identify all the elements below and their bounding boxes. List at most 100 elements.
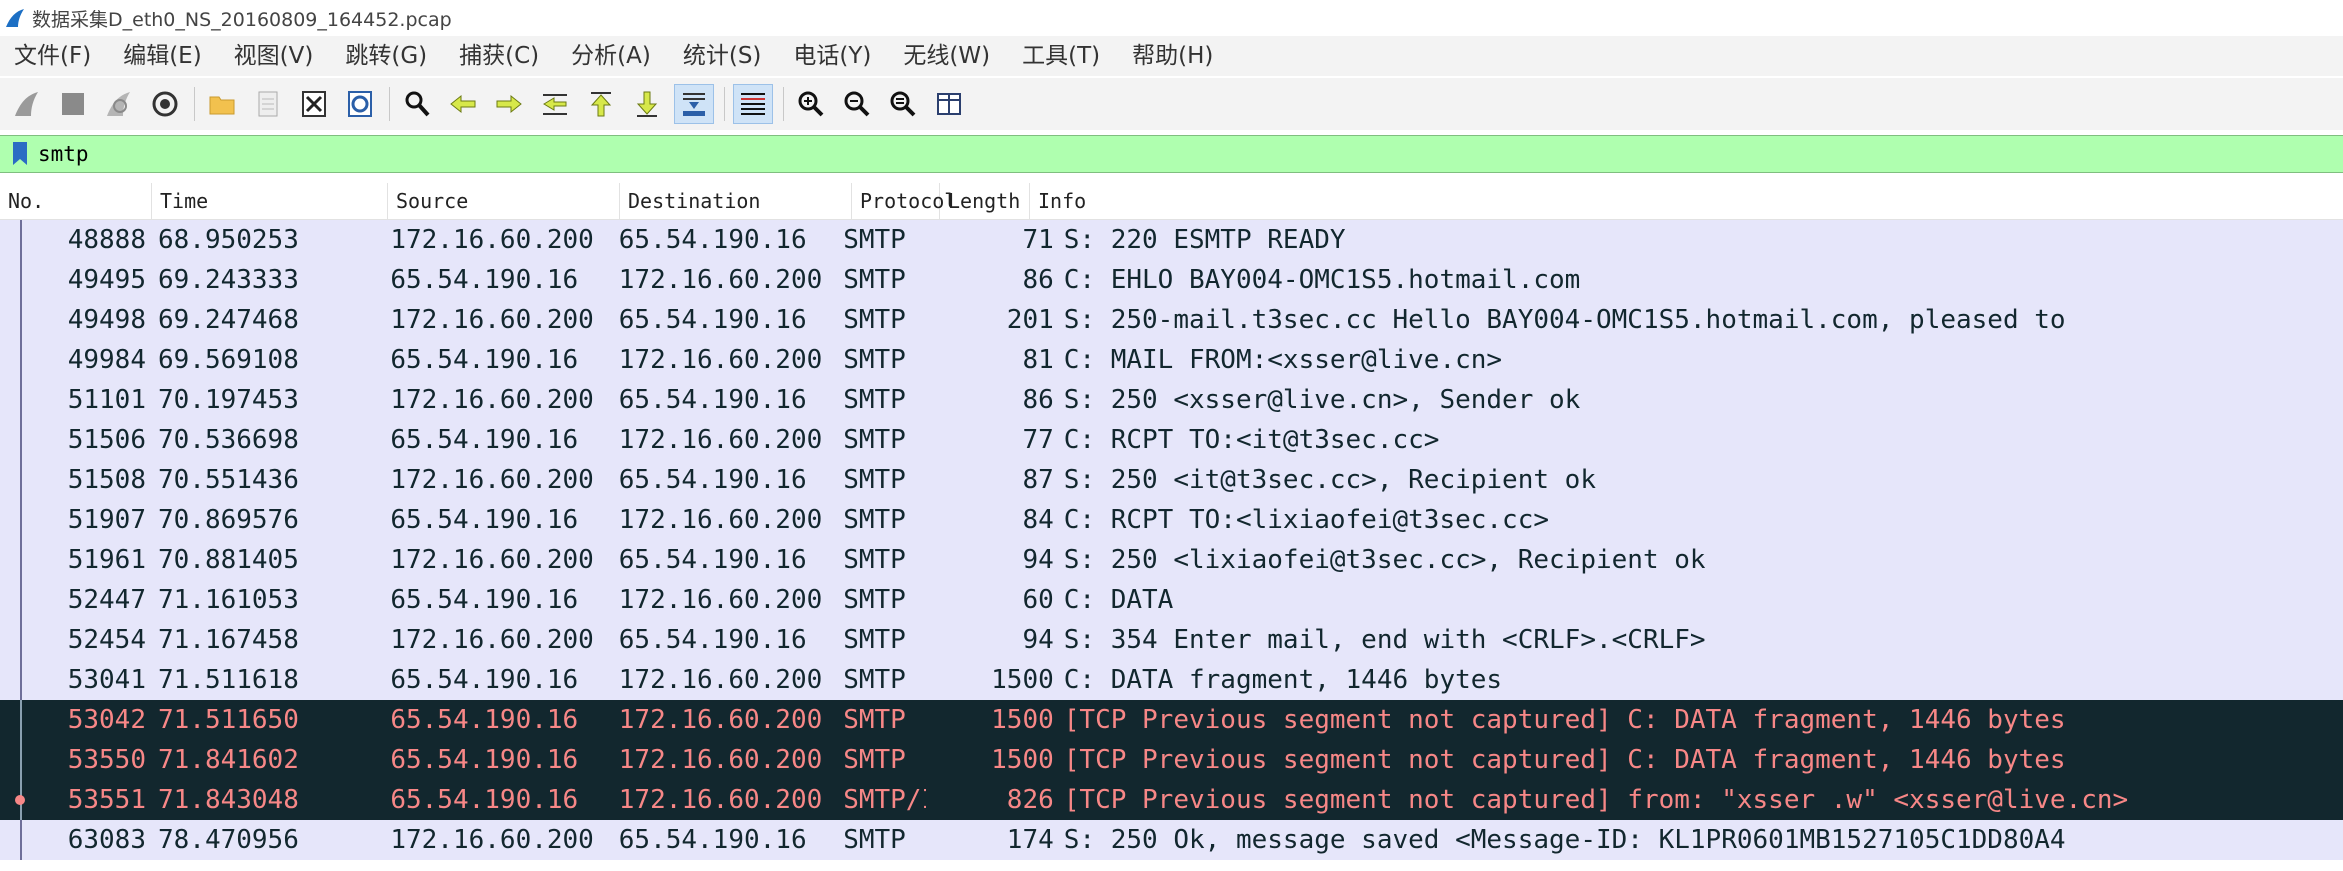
restart-shark-icon [107, 92, 130, 116]
autoscroll-button[interactable] [674, 84, 714, 124]
column-header-length[interactable]: Length [940, 183, 1030, 219]
packet-row[interactable]: 63083 78.470956 172.16.60.200 65.54.190.16 S… [0, 820, 2343, 860]
packet-source: 65.54.190.16 [390, 345, 579, 375]
conversation-line [20, 700, 22, 740]
menu-wireless[interactable]: 无线(W) [887, 36, 1006, 76]
packet-row[interactable]: 52447 71.161053 65.54.190.16 172.16.60.200 S… [0, 580, 2343, 620]
packet-row[interactable]: 53551 71.843048 65.54.190.16 172.16.60.200 S… [0, 780, 2343, 820]
column-header-no[interactable]: No. [0, 183, 152, 219]
packet-row[interactable]: 49984 69.569108 65.54.190.16 172.16.60.200 S… [0, 340, 2343, 380]
window-title: 数据采集D_eth0_NS_20160809_164452.pcap [32, 8, 452, 31]
related-packet-gutter [0, 300, 22, 340]
packet-destination: 65.54.190.16 [618, 625, 807, 655]
packet-row[interactable]: 49498 69.247468 172.16.60.200 65.54.190.16 S… [0, 300, 2343, 340]
zoom-in-button[interactable] [792, 84, 830, 124]
packet-length: 60 [1022, 585, 1054, 615]
packet-row[interactable]: 51508 70.551436 172.16.60.200 65.54.190.16 S… [0, 460, 2343, 500]
menu-tools[interactable]: 工具(T) [1006, 36, 1116, 76]
related-packet-gutter [0, 780, 25, 820]
packet-time: 71.841602 [157, 745, 299, 775]
packet-protocol: SMTP [843, 665, 906, 695]
related-packet-gutter [0, 700, 22, 740]
toolbar-separator [194, 87, 195, 121]
packet-time: 69.243333 [157, 265, 299, 295]
packet-source: 65.54.190.16 [390, 785, 579, 815]
packet-row[interactable]: 49495 69.243333 65.54.190.16 172.16.60.200 S… [0, 260, 2343, 300]
packet-source: 65.54.190.16 [390, 265, 579, 295]
menu-capture[interactable]: 捕获(C) [443, 36, 555, 76]
packet-time: 71.843048 [157, 785, 299, 815]
conversation-line [20, 820, 22, 860]
capture-options-button[interactable] [146, 84, 184, 124]
packet-row[interactable]: 48888 68.950253 172.16.60.200 65.54.190.16 S… [0, 220, 2343, 260]
packet-row[interactable]: 51101 70.197453 172.16.60.200 65.54.190.16 S… [0, 380, 2343, 420]
packet-protocol: SMTP [843, 505, 906, 535]
packet-row[interactable]: 52454 71.167458 172.16.60.200 65.54.190.16 S… [0, 620, 2343, 660]
menu-view[interactable]: 视图(V) [218, 36, 330, 76]
packet-row[interactable]: 51961 70.881405 172.16.60.200 65.54.190.16 S… [0, 540, 2343, 580]
filter-bookmark-button[interactable] [6, 139, 34, 169]
conversation-line [20, 540, 22, 580]
conversation-line [20, 460, 22, 500]
last-packet-button[interactable] [628, 84, 666, 124]
save-file-button[interactable] [249, 84, 287, 124]
column-header-info[interactable]: Info [1030, 183, 2343, 219]
menu-go[interactable]: 跳转(G) [329, 36, 443, 76]
start-capture-button[interactable] [8, 84, 46, 124]
packet-protocol: SMTP [843, 705, 906, 735]
zoom-in-icon [798, 91, 824, 117]
column-header-protocol[interactable]: Protocol [852, 183, 956, 219]
packet-number: 63083 [67, 825, 146, 855]
go-forward-button[interactable] [490, 84, 528, 124]
go-to-packet-button[interactable] [536, 84, 574, 124]
packet-list: No. Time Source Destination Protocol Len… [0, 183, 2343, 871]
stop-capture-button[interactable] [54, 84, 92, 124]
zoom-out-button[interactable] [838, 84, 876, 124]
reload-button[interactable] [341, 84, 379, 124]
related-packet-gutter [0, 500, 22, 540]
packet-protocol: SMTP [843, 425, 906, 455]
close-file-button[interactable] [295, 84, 333, 124]
restart-capture-button[interactable] [100, 84, 138, 124]
menu-edit[interactable]: 编辑(E) [107, 36, 217, 76]
menu-help[interactable]: 帮助(H) [1116, 36, 1229, 76]
column-header-source[interactable]: Source [388, 183, 620, 219]
packet-length: 84 [1022, 505, 1054, 535]
first-packet-button[interactable] [582, 84, 620, 124]
column-header-time[interactable]: Time [152, 183, 388, 219]
menu-analyze[interactable]: 分析(A) [555, 36, 667, 76]
bookmark-icon [13, 142, 27, 165]
open-file-button[interactable] [203, 84, 241, 124]
packet-source: 65.54.190.16 [390, 585, 579, 615]
conversation-line [20, 300, 22, 340]
packet-number: 51506 [67, 425, 146, 455]
packet-row[interactable]: 53550 71.841602 65.54.190.16 172.16.60.200 S… [0, 740, 2343, 780]
menu-file[interactable]: 文件(F) [0, 36, 107, 76]
menu-statistics[interactable]: 统计(S) [667, 36, 778, 76]
column-header-destination[interactable]: Destination [620, 183, 852, 219]
packet-row[interactable]: 51506 70.536698 65.54.190.16 172.16.60.200 S… [0, 420, 2343, 460]
packet-row[interactable]: 51907 70.869576 65.54.190.16 172.16.60.200 S… [0, 500, 2343, 540]
menu-telephony[interactable]: 电话(Y) [777, 36, 887, 76]
packet-protocol: SMTP [843, 545, 906, 575]
packet-protocol: SMTP [843, 225, 906, 255]
display-filter-input[interactable] [38, 138, 2238, 170]
packet-length: 81 [1022, 345, 1054, 375]
find-packet-button[interactable] [398, 84, 436, 124]
resize-columns-button[interactable] [930, 84, 968, 124]
colorize-button[interactable] [733, 84, 773, 124]
menu-bar: 文件(F) 编辑(E) 视图(V) 跳转(G) 捕获(C) 分析(A) 统计(S… [0, 36, 2343, 76]
packet-length: 826 [1006, 785, 1054, 815]
go-back-button[interactable] [444, 84, 482, 124]
packet-row[interactable]: 53042 71.511650 65.54.190.16 172.16.60.200 S… [0, 700, 2343, 740]
normal-size-button[interactable] [884, 84, 922, 124]
packet-length: 1500 [991, 745, 1054, 775]
packet-info: S: 250 <lixiaofei@t3sec.cc>, Recipient o… [1063, 545, 1706, 575]
packet-destination: 65.54.190.16 [618, 305, 807, 335]
packet-row[interactable]: 53041 71.511618 65.54.190.16 172.16.60.200 S… [0, 660, 2343, 700]
related-packet-gutter [0, 220, 22, 260]
packet-number: 53042 [67, 705, 146, 735]
packet-info: S: 250 Ok, message saved <Message-ID: KL… [1063, 825, 2066, 855]
packet-info: S: 250-mail.t3sec.cc Hello BAY004-OMC1S5… [1063, 305, 2066, 335]
packet-length: 87 [1022, 465, 1054, 495]
